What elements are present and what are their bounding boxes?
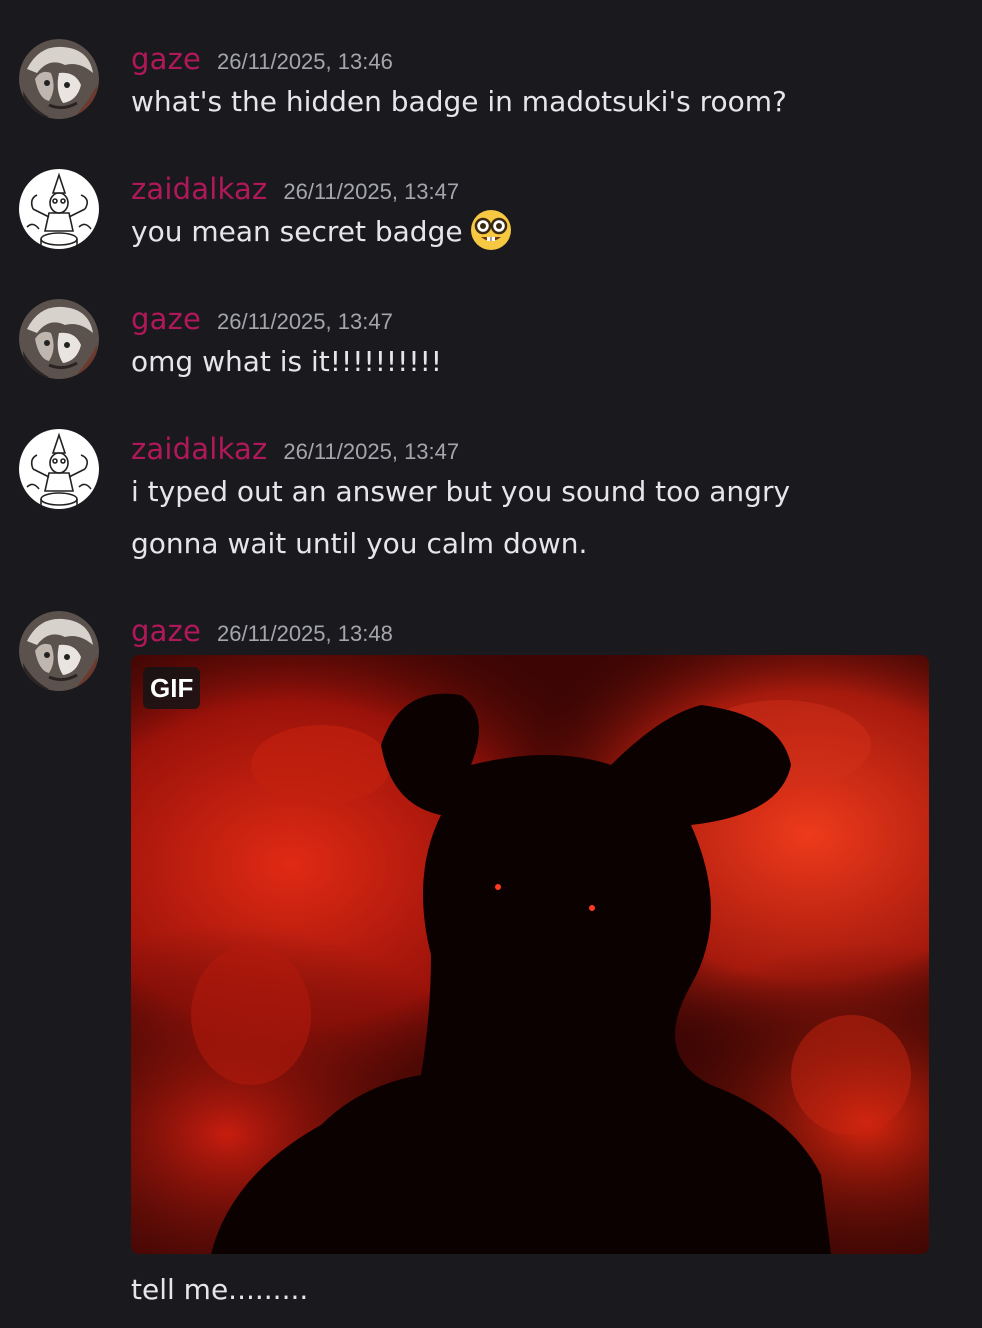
timestamp[interactable]: 26/11/2025, 13:48 (217, 621, 393, 647)
timestamp[interactable]: 26/11/2025, 13:47 (283, 179, 459, 205)
avatar[interactable] (19, 169, 99, 249)
message-text: omg what is it!!!!!!!!!! (131, 345, 443, 378)
avatar[interactable] (19, 611, 99, 691)
message-text: you mean secret badge (131, 210, 513, 251)
timestamp[interactable]: 26/11/2025, 13:47 (283, 439, 459, 465)
timestamp[interactable]: 26/11/2025, 13:47 (217, 309, 393, 335)
avatar[interactable] (19, 299, 99, 379)
avatar[interactable] (19, 429, 99, 509)
message-text: i typed out an answer but you sound too … (131, 475, 791, 508)
avatar[interactable] (19, 39, 99, 119)
message-text: what's the hidden badge in madotsuki's r… (131, 85, 787, 118)
gif-attachment[interactable]: GIF (131, 655, 929, 1254)
username[interactable]: zaidalkaz (131, 172, 267, 206)
username[interactable]: zaidalkaz (131, 432, 267, 466)
username[interactable]: gaze (131, 42, 201, 76)
chat-message-list: gaze 26/11/2025, 13:46 what's the hidden… (0, 0, 982, 1328)
username[interactable]: gaze (131, 302, 201, 336)
message-text: gonna wait until you calm down. (131, 527, 588, 560)
username[interactable]: gaze (131, 614, 201, 648)
timestamp[interactable]: 26/11/2025, 13:46 (217, 49, 393, 75)
message-text-content: you mean secret badge (131, 215, 463, 248)
gif-badge: GIF (143, 667, 201, 709)
message-text: tell me......... (131, 1273, 309, 1306)
nerd-face-icon[interactable] (469, 207, 513, 251)
